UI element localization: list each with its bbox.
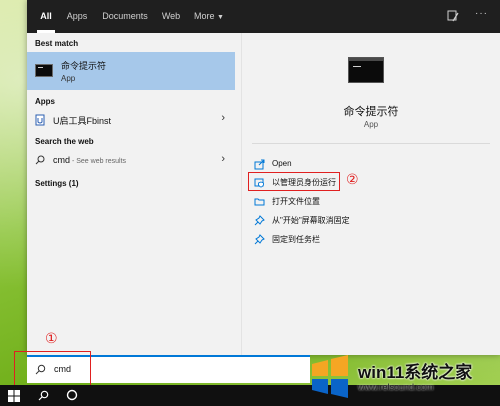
command-prompt-large-icon: [348, 57, 384, 83]
command-prompt-icon: [35, 64, 53, 77]
action-open-file-location[interactable]: 打开文件位置: [254, 194, 494, 210]
web-result-suffix: - See web results: [70, 158, 127, 165]
windows-start-icon[interactable]: [8, 390, 20, 402]
cortana-icon[interactable]: [66, 389, 78, 401]
results-list: Best match 命令提示符 App Apps U启工具Fbinst › S…: [27, 33, 241, 355]
divider: [252, 143, 490, 144]
chevron-right-icon[interactable]: ›: [221, 153, 225, 165]
unpin-icon: [254, 215, 265, 226]
tab-apps[interactable]: Apps: [61, 0, 93, 33]
app-icon: [35, 114, 45, 126]
detail-title: 命令提示符: [343, 106, 399, 118]
search-icon[interactable]: [38, 390, 49, 401]
step-1-marker: ①: [45, 330, 58, 346]
action-open-file-location-label: 打开文件位置: [272, 197, 320, 206]
action-unpin-start[interactable]: 从"开始"屏幕取消固定: [254, 213, 494, 229]
search-web-header: Search the web: [35, 137, 94, 146]
action-pin-taskbar-label: 固定到任务栏: [272, 235, 320, 244]
feedback-icon[interactable]: [446, 9, 460, 23]
tab-web[interactable]: Web: [157, 0, 185, 33]
more-options-icon[interactable]: ···: [475, 8, 488, 19]
folder-icon: [254, 198, 265, 206]
app-result-item[interactable]: U启工具Fbinst ›: [27, 110, 235, 130]
web-result-term: cmd: [53, 155, 71, 165]
app-result-label: U启工具Fbinst: [53, 116, 112, 126]
highlight-box-search: [14, 351, 91, 386]
web-result-label: cmd - See web results: [53, 155, 126, 165]
tab-more[interactable]: More ▼: [189, 0, 229, 33]
detail-subtitle: App: [363, 120, 379, 129]
open-icon: [254, 159, 265, 170]
action-unpin-start-label: 从"开始"屏幕取消固定: [272, 216, 350, 225]
detail-pane: 命令提示符 App Open 以管理员身份运行 打开文件位置 从"开始"屏幕取消…: [242, 33, 500, 355]
best-match-title: 命令提示符: [61, 61, 107, 71]
best-match-header: Best match: [35, 39, 79, 48]
apps-header: Apps: [35, 97, 55, 106]
action-pin-taskbar[interactable]: 固定到任务栏: [254, 232, 494, 248]
watermark-logo: [312, 355, 348, 398]
pin-icon: [254, 234, 265, 245]
chevron-down-icon: ▼: [217, 14, 224, 21]
search-icon: [35, 155, 45, 165]
tab-more-label: More: [194, 11, 215, 21]
best-match-item[interactable]: 命令提示符 App: [27, 52, 235, 90]
best-match-subtitle: App: [61, 74, 76, 83]
watermark-url: www.relsound.com: [358, 382, 434, 392]
action-open-label: Open: [272, 159, 292, 168]
chevron-right-icon[interactable]: ›: [221, 112, 225, 124]
action-open[interactable]: Open: [254, 157, 494, 173]
tab-documents[interactable]: Documents: [97, 0, 153, 33]
web-result-item[interactable]: cmd - See web results ›: [27, 151, 235, 171]
settings-header[interactable]: Settings (1): [35, 179, 79, 188]
tab-all[interactable]: All: [33, 0, 59, 33]
highlight-box-run-as-admin: [248, 172, 340, 191]
watermark-text: win11系统之家: [358, 363, 473, 382]
search-filter-tabs: All Apps Documents Web More ▼ ···: [27, 0, 500, 33]
step-2-marker: ②: [346, 171, 359, 187]
